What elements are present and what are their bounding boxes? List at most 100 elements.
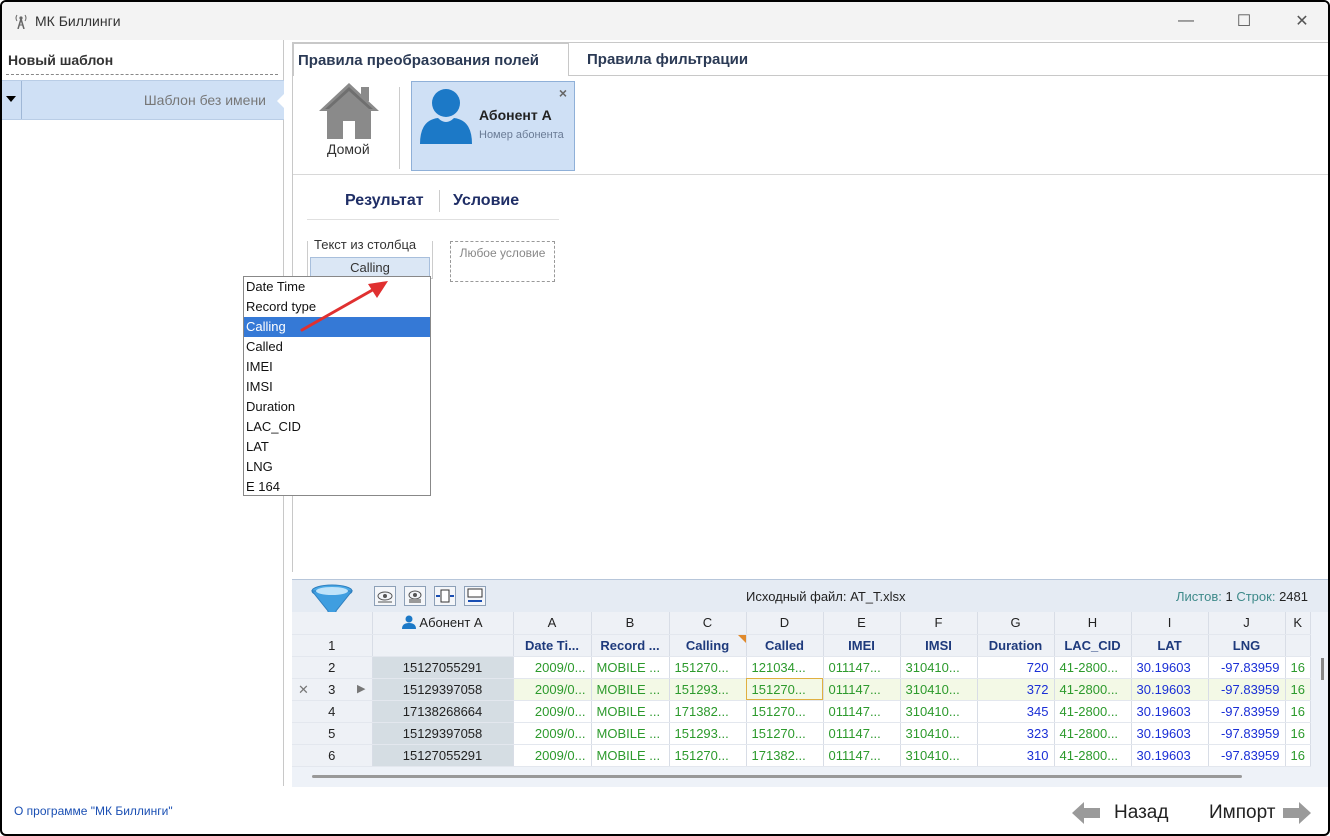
table-row[interactable]: 6 15127055291 2009/0... MOBILE ... 151270...…	[292, 744, 1311, 767]
table-cell[interactable]: 011147...	[823, 678, 901, 701]
table-cell[interactable]: 310410...	[900, 722, 978, 745]
subscriber-cell[interactable]: 15129397058	[372, 722, 514, 745]
table-cell[interactable]: 30.19603	[1131, 722, 1209, 745]
table-cell[interactable]: 16	[1285, 722, 1311, 745]
table-cell[interactable]: 30.19603	[1131, 678, 1209, 701]
column-letter[interactable]: E	[823, 612, 901, 635]
column-letter[interactable]: F	[900, 612, 978, 635]
table-cell[interactable]: 011147...	[823, 656, 901, 679]
table-cell[interactable]: 121034...	[746, 656, 824, 679]
table-cell[interactable]: 16	[1285, 700, 1311, 723]
column-name[interactable]	[1285, 634, 1311, 657]
table-cell[interactable]: 310410...	[900, 656, 978, 679]
table-cell[interactable]: 41-2800...	[1054, 744, 1132, 767]
close-icon[interactable]: ×	[559, 85, 567, 101]
subscriber-cell[interactable]: 15129397058	[372, 678, 514, 701]
horizontal-scrollbar[interactable]	[312, 775, 1242, 778]
fit-columns-icon[interactable]	[434, 586, 456, 606]
table-cell[interactable]: MOBILE ...	[591, 678, 670, 701]
dropdown-item[interactable]: LAT	[244, 437, 430, 457]
dropdown-item[interactable]: Called	[244, 337, 430, 357]
any-condition-button[interactable]: Любое условие	[450, 241, 555, 282]
expand-arrow-icon[interactable]	[6, 96, 16, 102]
table-cell[interactable]: -97.83959	[1208, 700, 1286, 723]
table-row[interactable]: 4 17138268664 2009/0... MOBILE ... 171382...…	[292, 700, 1311, 723]
table-cell[interactable]: 011147...	[823, 722, 901, 745]
back-button[interactable]: Назад	[1072, 799, 1168, 827]
table-cell[interactable]: 16	[1285, 656, 1311, 679]
table-cell[interactable]: 011147...	[823, 700, 901, 723]
table-cell[interactable]: MOBILE ...	[591, 656, 670, 679]
table-cell[interactable]: 310410...	[900, 700, 978, 723]
dropdown-item[interactable]: IMSI	[244, 377, 430, 397]
vertical-scrollbar[interactable]	[1321, 658, 1324, 680]
table-cell[interactable]: 171382...	[669, 700, 747, 723]
column-letter[interactable]: G	[977, 612, 1055, 635]
column-select[interactable]: Calling	[310, 257, 430, 277]
table-row[interactable]: 2 15127055291 2009/0... MOBILE ... 151270...…	[292, 656, 1311, 679]
dropdown-item[interactable]: LAC_CID	[244, 417, 430, 437]
table-cell[interactable]: 16	[1285, 678, 1311, 701]
column-name[interactable]: LNG	[1208, 634, 1286, 657]
subscriber-a-card[interactable]: Абонент А Номер абонента ×	[411, 81, 575, 171]
table-cell[interactable]: 30.19603	[1131, 744, 1209, 767]
column-letter[interactable]: J	[1208, 612, 1286, 635]
table-cell[interactable]: 2009/0...	[513, 722, 592, 745]
table-cell[interactable]: 151270...	[669, 744, 747, 767]
column-name[interactable]: IMSI	[900, 634, 978, 657]
table-cell[interactable]: 011147...	[823, 744, 901, 767]
dropdown-item[interactable]: E 164	[244, 477, 430, 497]
table-cell[interactable]: 151270...	[746, 700, 824, 723]
column-letter[interactable]: H	[1054, 612, 1132, 635]
table-cell[interactable]: -97.83959	[1208, 678, 1286, 701]
column-letter[interactable]: C	[669, 612, 747, 635]
table-cell[interactable]: 2009/0...	[513, 744, 592, 767]
dropdown-item[interactable]: Duration	[244, 397, 430, 417]
subscriber-column-header[interactable]: Абонент А	[372, 612, 514, 635]
table-cell[interactable]: 2009/0...	[513, 700, 592, 723]
table-cell[interactable]: 41-2800...	[1054, 656, 1132, 679]
maximize-button[interactable]: ☐	[1215, 2, 1273, 40]
close-button[interactable]: ✕	[1273, 2, 1328, 40]
column-letter[interactable]: A	[513, 612, 592, 635]
table-cell[interactable]: 2009/0...	[513, 678, 592, 701]
table-row[interactable]: ✕ 3 ▶ 15129397058 2009/0... MOBILE ... 151293.…	[292, 678, 1311, 701]
column-name[interactable]: LAC_CID	[1054, 634, 1132, 657]
column-name[interactable]: IMEI	[823, 634, 901, 657]
table-cell[interactable]: 41-2800...	[1054, 722, 1132, 745]
view-icon[interactable]	[374, 586, 396, 606]
subscriber-cell[interactable]: 15127055291	[372, 744, 514, 767]
table-cell[interactable]: 151293...	[669, 722, 747, 745]
tab-field-transform-rules[interactable]: Правила преобразования полей	[293, 43, 569, 76]
about-link[interactable]: О программе "МК Биллинги"	[14, 804, 173, 818]
table-row[interactable]: 5 15129397058 2009/0... MOBILE ... 151293...…	[292, 722, 1311, 745]
table-cell[interactable]: 41-2800...	[1054, 678, 1132, 701]
column-letter[interactable]: K	[1285, 612, 1311, 635]
dropdown-item[interactable]: LNG	[244, 457, 430, 477]
table-cell[interactable]: 41-2800...	[1054, 700, 1132, 723]
table-cell[interactable]: 151270...	[746, 678, 824, 701]
column-letter[interactable]: B	[591, 612, 670, 635]
column-letter[interactable]: I	[1131, 612, 1209, 635]
table-cell[interactable]: 372	[977, 678, 1055, 701]
column-name[interactable]: Record ...	[591, 634, 670, 657]
table-cell[interactable]: 151293...	[669, 678, 747, 701]
subscriber-cell[interactable]: 17138268664	[372, 700, 514, 723]
table-cell[interactable]: 30.19603	[1131, 700, 1209, 723]
subscriber-cell[interactable]: 15127055291	[372, 656, 514, 679]
tab-filter-rules[interactable]: Правила фильтрации	[583, 43, 752, 76]
hide-icon[interactable]	[404, 586, 426, 606]
template-item[interactable]: Шаблон без имени	[2, 80, 285, 120]
table-cell[interactable]: MOBILE ...	[591, 744, 670, 767]
minimize-button[interactable]: —	[1157, 2, 1215, 40]
table-cell[interactable]: 2009/0...	[513, 656, 592, 679]
table-cell[interactable]: 30.19603	[1131, 656, 1209, 679]
dropdown-item[interactable]: IMEI	[244, 357, 430, 377]
table-cell[interactable]: 171382...	[746, 744, 824, 767]
column-name[interactable]: Calling	[669, 634, 747, 657]
table-cell[interactable]: 310410...	[900, 678, 978, 701]
table-cell[interactable]: 310	[977, 744, 1055, 767]
table-cell[interactable]: -97.83959	[1208, 722, 1286, 745]
table-cell[interactable]: 345	[977, 700, 1055, 723]
table-cell[interactable]: 151270...	[746, 722, 824, 745]
